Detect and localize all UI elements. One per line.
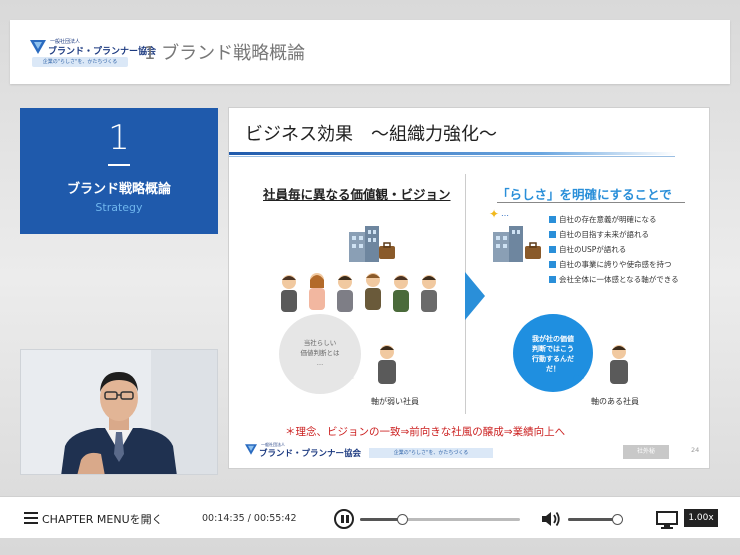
slide-title-rule <box>229 152 675 155</box>
svg-text:…: … <box>501 209 509 218</box>
footer-tagline: 企業の"らしさ"を、かたちづくる <box>369 448 493 458</box>
bullet-square-icon <box>549 261 556 268</box>
office-building-icon <box>349 226 395 262</box>
list-item: 自社の目指す未来が語れる <box>549 227 699 242</box>
time-display: 00:14:35 / 00:55:42 <box>202 513 297 524</box>
seek-handle[interactable] <box>396 514 408 525</box>
right-heading: 「らしさ」を明確にすることで <box>497 187 672 202</box>
caption-strong-axis: 軸のある社員 <box>591 397 639 406</box>
slide-title: ビジネス効果 ～組織力強化～ <box>245 124 497 145</box>
svg-text:✦: ✦ <box>489 207 499 221</box>
employee-strong-icon <box>610 345 628 384</box>
player-controls: CHAPTER MENUを開く 00:14:35 / 00:55:42 1.00… <box>0 496 740 538</box>
slide-title-rule-thin <box>229 156 675 157</box>
slide-footer-logo: 一般社団法人 ブランド・プランナー協会 <box>245 442 365 462</box>
lecture-slide: ビジネス効果 ～組織力強化～ 社員毎に異なる価値観・ビジョン 「らしさ」を明確に… <box>228 107 710 469</box>
seek-bar[interactable] <box>360 514 520 525</box>
employees-group-icon <box>281 273 437 312</box>
list-item: 自社の存在意義が明確になる <box>549 212 699 227</box>
caption-weak-axis: 軸が弱い社員 <box>371 397 419 406</box>
list-item: 会社全体に一体感となる軸ができる <box>549 272 699 287</box>
presenter-video <box>20 349 218 475</box>
chapter-title: ブランド戦略概論 <box>66 182 171 197</box>
bullet-square-icon <box>549 276 556 283</box>
list-item: 自社のUSPが語れる <box>549 242 699 257</box>
right-heading-rule <box>497 202 685 203</box>
slide-note: ＊理念、ビジョンの一致⇒前向きな社風の醸成⇒業績向上へ <box>285 426 566 438</box>
chapter-menu-label: CHAPTER MENUを開く <box>42 513 163 526</box>
course-title: 1 ブランド戦略概論 <box>144 43 306 64</box>
benefit-list: 自社の存在意義が明確になる 自社の目指す未来が語れる 自社のUSPが語れる 自社… <box>549 212 699 287</box>
bullet-square-icon <box>549 231 556 238</box>
uncertain-thought-bubble: 当社らしい 価値判断とは … <box>279 314 361 394</box>
logo-mark-icon <box>245 444 257 455</box>
volume-slider[interactable] <box>568 514 623 525</box>
chapter-number: 1 <box>108 118 130 158</box>
playback-speed-button[interactable]: 1.00x <box>684 509 718 527</box>
logo-name: ブランド・プランナー協会 <box>48 47 157 57</box>
chapter-divider <box>108 164 130 166</box>
volume-icon[interactable] <box>542 511 562 527</box>
player-window: 一般社団法人 ブランド・プランナー協会 企業の"らしさ"を、かたちづくる 1 ブ… <box>0 0 740 555</box>
left-heading: 社員毎に異なる価値観・ビジョン <box>263 187 451 202</box>
employee-weak-icon <box>378 345 396 384</box>
volume-level <box>568 518 617 521</box>
logo-mark-icon <box>30 40 46 54</box>
arrow-right-icon <box>465 272 485 320</box>
chapter-subtitle: Strategy <box>95 201 143 214</box>
logo-tagline: 企業の"らしさ"を、かたちづくる <box>32 57 128 67</box>
volume-handle[interactable] <box>611 514 623 525</box>
header-bar: 一般社団法人 ブランド・プランナー協会 企業の"らしさ"を、かたちづくる 1 ブ… <box>10 20 730 84</box>
screen-mode-icon[interactable] <box>656 511 678 529</box>
footer-logo-name: ブランド・プランナー協会 <box>259 449 362 459</box>
confident-thought-bubble: 我が社の価値 判断ではこう 行動するんだ だ！ <box>513 314 593 392</box>
list-item: 自社の事業に誇りや使命感を持つ <box>549 257 699 272</box>
presenter-figure-icon <box>21 350 217 474</box>
confidential-badge: 社外秘 <box>623 445 669 459</box>
chapter-card: 1 ブランド戦略概論 Strategy <box>20 108 218 234</box>
association-logo: 一般社団法人 ブランド・プランナー協会 企業の"らしさ"を、かたちづくる <box>30 38 156 68</box>
bullet-square-icon <box>549 216 556 223</box>
hamburger-menu-icon <box>24 512 38 524</box>
pause-button[interactable] <box>334 509 354 529</box>
bullet-square-icon <box>549 246 556 253</box>
seek-progress <box>360 518 402 521</box>
office-building-sparkle-icon: ✦ … <box>489 207 541 262</box>
slide-page-number: 24 <box>691 446 700 454</box>
